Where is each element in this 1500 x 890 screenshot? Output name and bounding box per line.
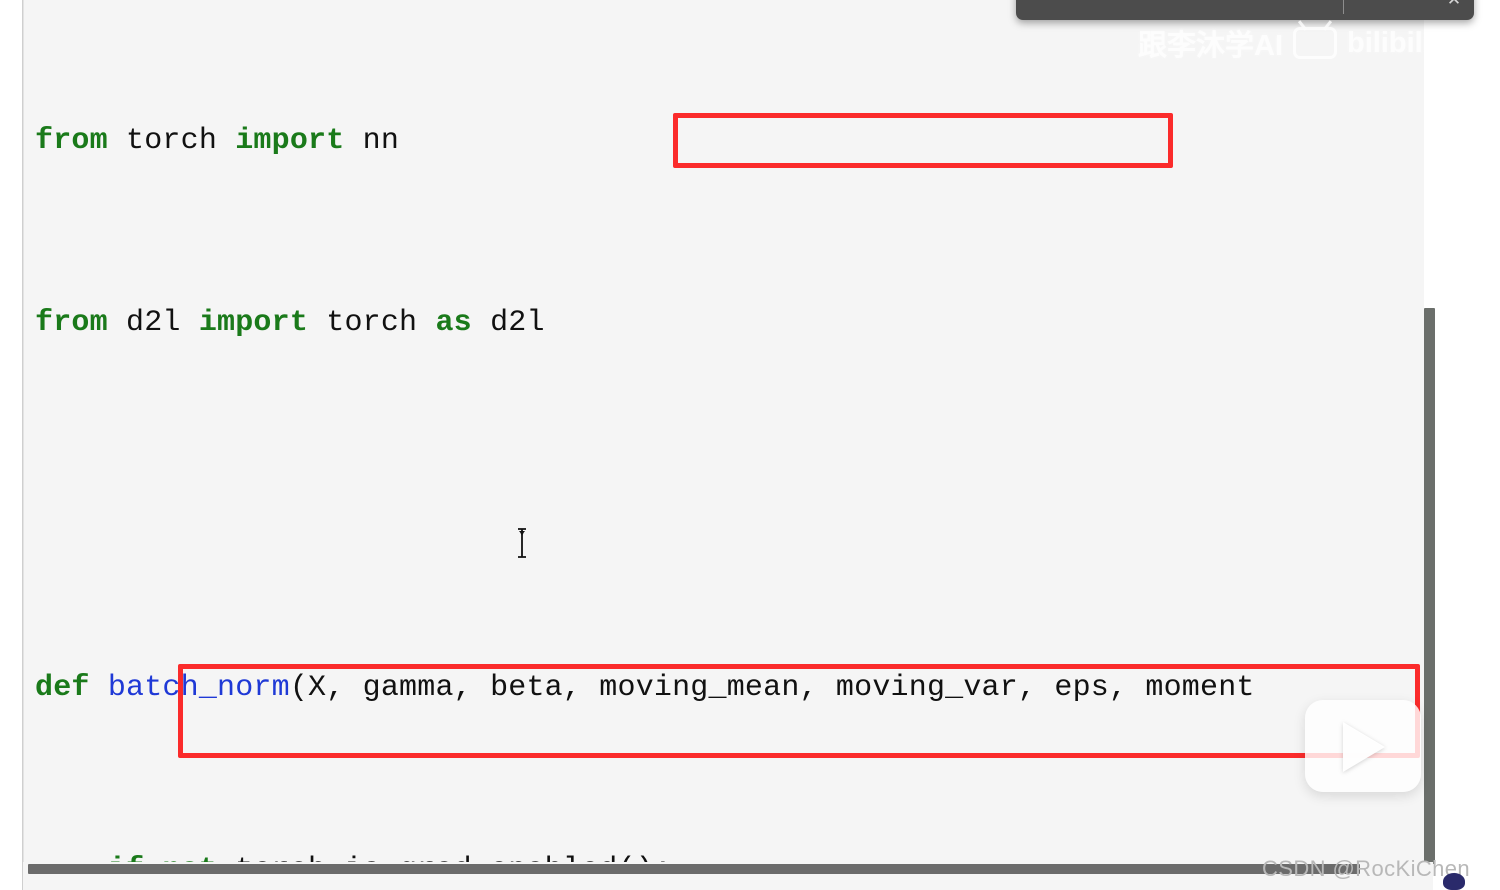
close-icon[interactable]: ✕ [1443, 0, 1465, 11]
play-icon [1343, 722, 1385, 772]
code-line: def batch_norm(X, gamma, beta, moving_me… [35, 670, 1255, 705]
notebook-code-cell[interactable]: from torch import nn from d2l import tor… [22, 0, 1433, 862]
toolbar-divider [1343, 0, 1344, 14]
code-line: from torch import nn [35, 123, 400, 158]
code-line: if not torch.is_grad_enabled(): [35, 848, 1433, 862]
horizontal-scrollbar-thumb[interactable] [28, 864, 1360, 874]
code-line: from d2l import torch as d2l [35, 306, 545, 341]
video-player-toolbar[interactable] [1016, 0, 1474, 20]
screen-root: from torch import nn from d2l import tor… [0, 0, 1500, 890]
video-play-overlay[interactable] [1305, 700, 1421, 792]
code-editor-text[interactable]: from torch import nn from d2l import tor… [35, 0, 1433, 862]
corner-blip-icon [1443, 873, 1465, 890]
vertical-scrollbar-thumb[interactable] [1424, 308, 1435, 864]
